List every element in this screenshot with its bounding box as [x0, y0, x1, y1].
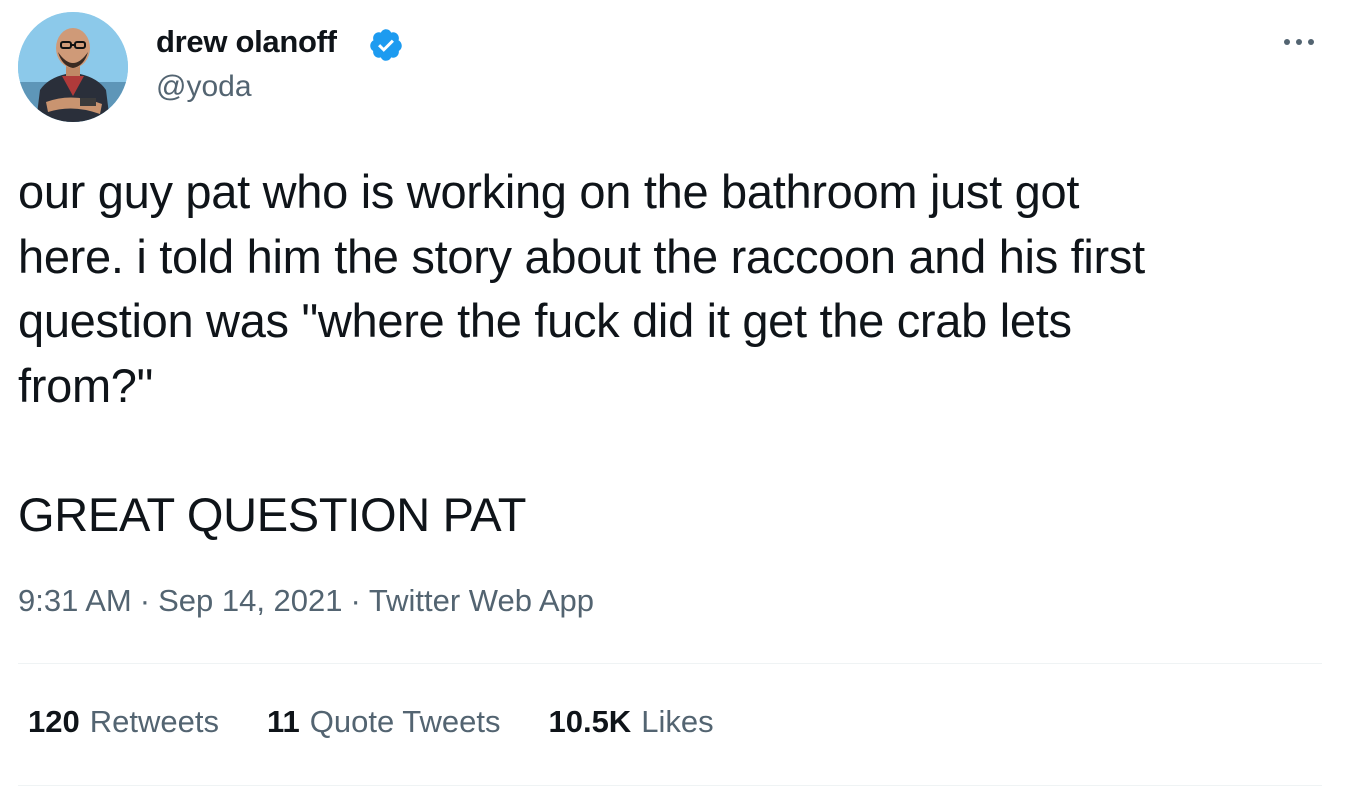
likes-count: 10.5K [548, 704, 632, 739]
avatar-photo [18, 12, 128, 122]
meta-separator: · [139, 583, 151, 618]
tweet-date: Sep 14, 2021 [158, 583, 343, 618]
tweet-text-closing: GREAT QUESTION PAT [18, 487, 527, 541]
tweet-text-line: our guy pat who is working on the bathro… [18, 165, 1080, 218]
more-options-button[interactable] [1274, 24, 1324, 60]
divider [18, 663, 1322, 664]
author-handle[interactable]: @yoda [156, 70, 252, 104]
retweets-label: Retweets [89, 704, 219, 739]
divider [18, 785, 1322, 786]
ellipsis-icon [1284, 39, 1290, 45]
tweet-meta: 9:31 AM · Sep 14, 2021 · Twitter Web App [18, 583, 594, 619]
quote-tweets-stat[interactable]: 11 Quote Tweets [267, 704, 501, 740]
engagement-stats: 120 Retweets 11 Quote Tweets 10.5K Likes [28, 704, 714, 740]
tweet-text-line: here. i told him the story about the rac… [18, 229, 1145, 283]
tweet-time-link[interactable]: 9:31 AM · Sep 14, 2021 [18, 583, 343, 618]
quote-tweets-label: Quote Tweets [309, 704, 501, 739]
author-name[interactable]: drew olanoff [156, 24, 337, 60]
retweets-stat[interactable]: 120 Retweets [28, 704, 219, 740]
tweet-text-line: from?" [18, 358, 154, 412]
meta-separator: · [350, 583, 361, 618]
tweet-detail: drew olanoff @yoda our guy pat who is wo… [0, 0, 1350, 804]
tweet-time: 9:31 AM [18, 583, 132, 618]
author-avatar[interactable] [18, 12, 128, 122]
retweets-count: 120 [28, 704, 80, 739]
ellipsis-icon [1308, 39, 1314, 45]
likes-label: Likes [641, 704, 714, 739]
likes-stat[interactable]: 10.5K Likes [548, 704, 713, 740]
tweet-text-line: question was "where the fuck did it get … [18, 294, 1072, 347]
quote-tweets-count: 11 [266, 704, 300, 739]
tweet-source[interactable]: Twitter Web App [369, 583, 594, 618]
ellipsis-icon [1296, 39, 1302, 45]
tweet-text: our guy pat who is working on the bathro… [18, 160, 1328, 547]
verified-badge-icon [370, 29, 402, 61]
